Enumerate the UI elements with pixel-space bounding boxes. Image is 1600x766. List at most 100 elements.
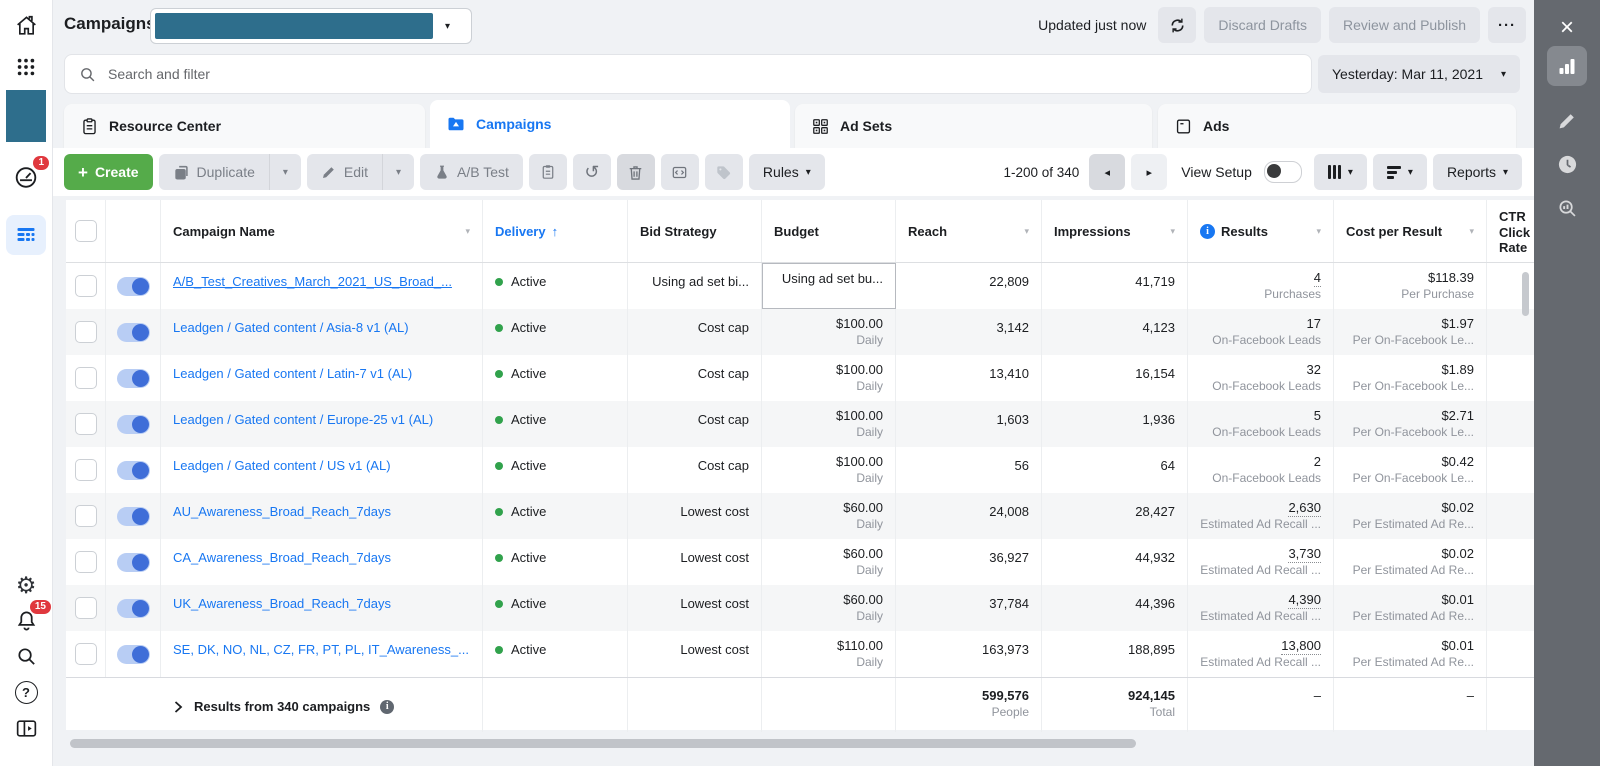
campaign-name-link[interactable]: A/B_Test_Creatives_March_2021_US_Broad_.… (173, 270, 470, 289)
inspect-magnifier-icon[interactable] (1547, 188, 1587, 228)
chevron-down-icon[interactable]: ▾ (1170, 226, 1175, 237)
discard-drafts-button[interactable]: Discard Drafts (1204, 7, 1321, 43)
campaign-name-link[interactable]: Leadgen / Gated content / US v1 (AL) (173, 454, 470, 473)
notifications-bell-icon[interactable]: 15 (13, 607, 39, 633)
help-icon[interactable]: ? (13, 679, 39, 705)
campaign-active-toggle[interactable] (117, 507, 150, 526)
tab-ads[interactable]: Ads (1158, 104, 1516, 148)
export-button[interactable] (661, 154, 699, 190)
refresh-button[interactable] (1158, 7, 1196, 43)
cell-toggle (106, 355, 161, 401)
duplicate-caret-button[interactable]: ▾ (269, 154, 301, 190)
account-overview-gauge-icon[interactable]: 1 (13, 164, 39, 190)
column-header-impressions[interactable]: Impressions▾ (1042, 200, 1188, 262)
row-checkbox[interactable] (75, 459, 97, 481)
campaign-name-link[interactable]: UK_Awareness_Broad_Reach_7days (173, 592, 470, 611)
row-checkbox[interactable] (75, 413, 97, 435)
create-button[interactable]: +Create (64, 154, 153, 190)
paste-button[interactable] (529, 154, 567, 190)
tab-ad-sets[interactable]: Ad Sets (795, 104, 1152, 148)
tag-button[interactable] (705, 154, 743, 190)
rules-button[interactable]: Rules▾ (749, 154, 825, 190)
breakdown-button[interactable]: ▾ (1373, 154, 1427, 190)
column-header-delivery[interactable]: Delivery↑ (483, 200, 628, 262)
view-setup-toggle[interactable] (1264, 161, 1302, 183)
cell-bid-strategy: Cost cap (628, 309, 762, 355)
campaign-active-toggle[interactable] (117, 645, 150, 664)
columns-button[interactable]: ▾ (1314, 154, 1367, 190)
settings-gear-icon[interactable]: ⚙ (13, 572, 39, 598)
next-page-button[interactable]: ▸ (1131, 154, 1167, 190)
cell-bid-strategy: Using ad set bi... (628, 263, 762, 309)
row-checkbox[interactable] (75, 551, 97, 573)
collapse-panel-icon[interactable] (13, 715, 39, 741)
close-icon[interactable]: × (1547, 8, 1587, 48)
pagination-label: 1-200 of 340 (1003, 165, 1079, 180)
campaign-name-link[interactable]: AU_Awareness_Broad_Reach_7days (173, 500, 470, 519)
horizontal-scrollbar[interactable] (70, 739, 1136, 748)
campaign-name-link[interactable]: Leadgen / Gated content / Asia-8 v1 (AL) (173, 316, 470, 335)
date-range-picker[interactable]: Yesterday: Mar 11, 2021 ▾ (1318, 55, 1520, 93)
performance-charts-icon[interactable] (1547, 46, 1587, 86)
column-header-reach[interactable]: Reach▾ (896, 200, 1042, 262)
duplicate-button[interactable]: Duplicate (159, 154, 269, 190)
campaign-name-link[interactable]: SE, DK, NO, NL, CZ, FR, PT, PL, IT_Aware… (173, 638, 470, 657)
chevron-down-icon[interactable]: ▾ (1024, 226, 1029, 237)
campaign-name-link[interactable]: CA_Awareness_Broad_Reach_7days (173, 546, 470, 565)
vertical-scrollbar[interactable] (1522, 272, 1529, 316)
edit-button[interactable]: Edit (307, 154, 382, 190)
account-avatar[interactable] (6, 90, 46, 142)
prev-page-button[interactable]: ◂ (1089, 154, 1125, 190)
campaign-active-toggle[interactable] (117, 415, 150, 434)
column-header-cost[interactable]: Cost per Result▾ (1334, 200, 1487, 262)
chevron-down-icon[interactable]: ▾ (1316, 226, 1321, 237)
campaign-active-toggle[interactable] (117, 461, 150, 480)
column-header-budget[interactable]: Budget (762, 200, 896, 262)
campaign-active-toggle[interactable] (117, 553, 150, 572)
reports-button[interactable]: Reports▾ (1433, 154, 1522, 190)
edit-pencil-icon[interactable] (1547, 100, 1587, 140)
cell-budget: $60.00Daily (762, 585, 896, 631)
campaigns-nav-item[interactable] (6, 215, 46, 255)
column-header-bid[interactable]: Bid Strategy (628, 200, 762, 262)
undo-button[interactable]: ↺ (573, 154, 611, 190)
tab-campaigns[interactable]: Campaigns (430, 100, 790, 148)
campaign-active-toggle[interactable] (117, 369, 150, 388)
search-nav-icon[interactable] (13, 643, 39, 669)
row-checkbox[interactable] (75, 367, 97, 389)
delete-button[interactable] (617, 154, 655, 190)
search-bar[interactable] (64, 54, 1312, 94)
info-icon[interactable]: i (1200, 224, 1215, 239)
row-checkbox[interactable] (75, 275, 97, 297)
chevron-down-icon[interactable]: ▾ (1469, 226, 1474, 237)
chevron-down-icon[interactable]: ▾ (465, 226, 470, 237)
search-input[interactable] (106, 65, 1297, 83)
table-row: Leadgen / Gated content / Europe-25 v1 (… (66, 401, 1534, 447)
ab-test-button[interactable]: A/B Test (420, 154, 523, 190)
select-all-checkbox[interactable] (75, 220, 97, 242)
columns-icon (1328, 165, 1341, 179)
tab-resource-center[interactable]: Resource Center (64, 104, 425, 148)
row-checkbox[interactable] (75, 597, 97, 619)
campaign-name-link[interactable]: Leadgen / Gated content / Latin-7 v1 (AL… (173, 362, 470, 381)
column-header-name[interactable]: Campaign Name▾ (161, 200, 483, 262)
edit-caret-button[interactable]: ▾ (382, 154, 414, 190)
row-checkbox[interactable] (75, 643, 97, 665)
column-header-select[interactable] (66, 200, 106, 262)
history-clock-icon[interactable] (1547, 144, 1587, 184)
review-and-publish-button[interactable]: Review and Publish (1329, 7, 1480, 43)
campaign-active-toggle[interactable] (117, 323, 150, 342)
more-options-button[interactable]: ··· (1488, 7, 1526, 43)
campaign-active-toggle[interactable] (117, 599, 150, 618)
expand-summary-icon[interactable] (173, 700, 184, 714)
row-checkbox[interactable] (75, 321, 97, 343)
account-selector[interactable]: ▾ (150, 8, 472, 44)
home-icon[interactable] (13, 12, 39, 38)
column-header-results[interactable]: iResults▾ (1188, 200, 1334, 262)
row-checkbox[interactable] (75, 505, 97, 527)
campaign-active-toggle[interactable] (117, 277, 150, 296)
cell-delivery: Active (483, 585, 628, 631)
apps-grid-icon[interactable] (13, 54, 39, 80)
campaign-name-link[interactable]: Leadgen / Gated content / Europe-25 v1 (… (173, 408, 470, 427)
column-header-ctr[interactable]: CTR Click Rate (1487, 200, 1534, 262)
